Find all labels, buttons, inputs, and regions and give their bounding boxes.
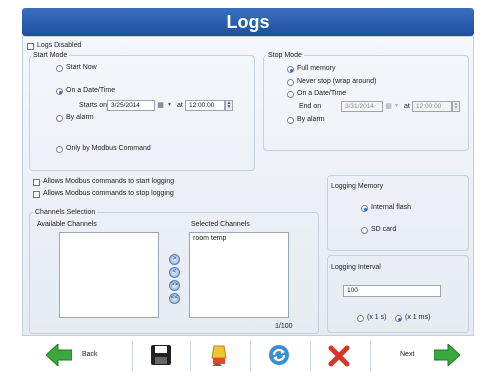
- selected-channel-item[interactable]: room temp: [193, 235, 226, 242]
- next-button[interactable]: Next: [394, 340, 470, 372]
- arrow-left-icon: [46, 344, 72, 366]
- toolbar-separator: [370, 341, 371, 371]
- toolbar-separator: [250, 341, 251, 371]
- stop-full-memory-radio[interactable]: [287, 66, 294, 73]
- window-title: Logs: [226, 12, 270, 32]
- start-only-modbus-radio[interactable]: [56, 146, 63, 153]
- stop-on-date-label: On a Date/Time: [297, 90, 347, 97]
- erase-icon: [211, 345, 227, 366]
- toolbar-separator: [190, 341, 191, 371]
- channels-title: Channels Selection: [33, 209, 98, 216]
- stop-by-alarm-label: By alarm: [297, 116, 325, 123]
- arrow-right-icon: [434, 344, 460, 366]
- stop-never-label: Never stop (wrap around): [297, 78, 377, 85]
- delete-button[interactable]: [328, 340, 352, 372]
- selected-channels-label: Selected Channels: [191, 221, 250, 228]
- logging-memory-title: Logging Memory: [331, 183, 384, 190]
- available-channels-label: Available Channels: [37, 221, 97, 228]
- back-button[interactable]: Back: [46, 340, 124, 372]
- start-at-label: at: [177, 102, 183, 109]
- memory-internal-radio[interactable]: [361, 205, 368, 212]
- start-date-field[interactable]: 3/25/2014: [107, 100, 155, 111]
- start-calendar-icon[interactable]: ▦: [156, 100, 165, 111]
- modbus-stop-checkbox[interactable]: [33, 191, 40, 198]
- start-only-modbus-label: Only by Modbus Command: [66, 145, 151, 152]
- interval-ms-radio[interactable]: [395, 315, 402, 322]
- stop-mode-title: Stop Mode: [266, 52, 304, 59]
- start-mode-title: Start Mode: [31, 52, 70, 59]
- stop-by-alarm-radio[interactable]: [287, 117, 294, 124]
- save-icon: [151, 345, 171, 365]
- end-on-label: End on: [299, 103, 322, 110]
- next-label: Next: [400, 351, 415, 358]
- move-left-icon[interactable]: <: [169, 267, 180, 278]
- stop-time-spinner[interactable]: ▲ ▼: [452, 101, 460, 112]
- available-channels-list[interactable]: [59, 232, 159, 318]
- modbus-stop-label: Allows Modbus commands to stop logging: [43, 190, 174, 197]
- back-label: Back: [82, 351, 98, 358]
- start-on-date-radio[interactable]: [56, 88, 63, 95]
- stop-full-memory-label: Full memory: [297, 65, 336, 72]
- interval-seconds-label: (x 1 s): [367, 314, 387, 321]
- start-time-spinner[interactable]: ▲ ▼: [225, 100, 233, 111]
- logs-panel: Logs Disabled Start Mode Start Now On a …: [22, 36, 474, 336]
- memory-internal-label: Internal flash: [371, 204, 412, 211]
- starts-on-label: Starts on: [79, 102, 108, 109]
- start-on-date-label: On a Date/Time: [66, 87, 116, 94]
- move-all-right-icon[interactable]: >>: [169, 280, 180, 291]
- stop-at-label: at: [404, 103, 410, 110]
- start-time-field[interactable]: 12:00:00: [185, 100, 225, 111]
- interval-seconds-radio[interactable]: [357, 315, 364, 322]
- move-right-icon[interactable]: >: [169, 254, 180, 265]
- start-by-alarm-radio[interactable]: [56, 115, 63, 122]
- channel-count: 1/100: [275, 323, 293, 330]
- start-now-label: Start Now: [66, 64, 97, 71]
- window-title-bar: Logs: [22, 8, 474, 36]
- stop-on-date-radio[interactable]: [287, 91, 294, 98]
- refresh-button[interactable]: [268, 340, 292, 372]
- save-button[interactable]: [150, 340, 174, 372]
- start-mode-group: [29, 55, 255, 171]
- logs-disabled-checkbox[interactable]: [27, 43, 34, 50]
- start-by-alarm-label: By alarm: [66, 114, 94, 121]
- logging-interval-title: Logging Interval: [331, 264, 381, 271]
- move-all-left-icon[interactable]: <<: [169, 293, 180, 304]
- modbus-start-checkbox[interactable]: [33, 179, 40, 186]
- stop-date-field[interactable]: 3/31/2014: [341, 101, 383, 112]
- start-now-radio[interactable]: [56, 65, 63, 72]
- interval-input[interactable]: 100: [343, 285, 441, 297]
- bottom-toolbar: Back Next: [22, 337, 474, 375]
- refresh-icon: [269, 345, 289, 365]
- memory-sd-label: SD card: [371, 226, 397, 233]
- delete-icon: [328, 345, 350, 367]
- memory-sd-radio[interactable]: [361, 227, 368, 234]
- logs-disabled-label: Logs Disabled: [37, 42, 82, 49]
- stop-calendar-dropdown-icon[interactable]: ▼: [392, 101, 401, 112]
- erase-button[interactable]: [208, 340, 232, 372]
- start-calendar-dropdown-icon[interactable]: ▼: [165, 100, 174, 111]
- modbus-start-label: Allows Modbus commands to start logging: [43, 178, 175, 185]
- stop-time-field[interactable]: 12:00:00: [412, 101, 452, 112]
- toolbar-separator: [132, 341, 133, 371]
- stop-never-radio[interactable]: [287, 79, 294, 86]
- interval-ms-label: (x 1 ms): [405, 314, 431, 321]
- selected-channels-list[interactable]: room temp: [189, 232, 289, 318]
- toolbar-separator: [310, 341, 311, 371]
